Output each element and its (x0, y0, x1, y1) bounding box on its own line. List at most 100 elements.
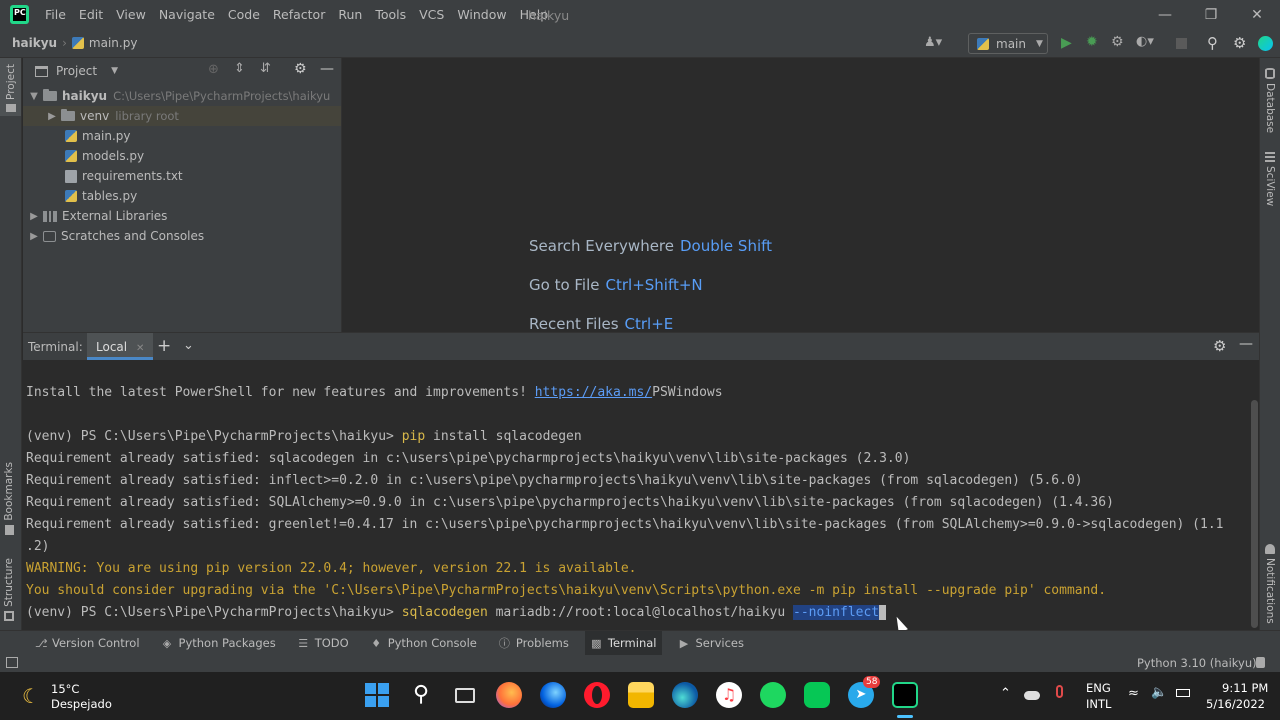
tool-problems[interactable]: ⓘ Problems (499, 636, 569, 650)
collapse-all-icon[interactable]: ⇵ (260, 61, 271, 76)
terminal-settings-gear-icon[interactable]: ⚙ (1213, 337, 1226, 355)
clock-date[interactable]: 5/16/2022 (1206, 697, 1265, 711)
chevron-down-icon[interactable]: ▼ (111, 66, 118, 76)
weather-widget[interactable]: ☾ 15°C Despejado (20, 680, 130, 714)
minimize-button[interactable]: — (1142, 0, 1188, 30)
interpreter-status[interactable]: Python 3.10 (haikyu) (1137, 656, 1257, 670)
edge-icon[interactable] (672, 682, 698, 708)
user-icon[interactable]: ♟▾ (924, 35, 942, 50)
tool-python-console[interactable]: ♦ Python Console (371, 636, 477, 650)
windows-start-icon[interactable] (364, 682, 390, 708)
python-file-icon (65, 150, 77, 162)
terminal-line: Requirement already satisfied: SQLAlchem… (26, 495, 1114, 510)
settings-gear-icon[interactable]: ⚙ (1233, 34, 1246, 52)
menu-vcs[interactable]: VCS (419, 7, 444, 22)
project-stripe-button[interactable]: Project (0, 58, 21, 116)
jetbrains-toolbox-icon[interactable] (1258, 36, 1273, 51)
tool-version-control[interactable]: ⎇ Version Control (35, 636, 140, 650)
editor-empty-area[interactable]: Search Everywhere Double Shift Go to File… (343, 58, 1259, 333)
tree-item-requirements-txt[interactable]: requirements.txt (23, 166, 341, 186)
task-view-icon[interactable] (452, 682, 478, 708)
tree-item-scratches[interactable]: ▶ Scratches and Consoles (23, 226, 341, 246)
search-icon[interactable]: ⚲ (1207, 34, 1218, 52)
profile-icon[interactable]: ⚙ (1111, 34, 1124, 50)
chevron-right-icon[interactable]: ▶ (27, 211, 41, 222)
tree-item-tables-py[interactable]: tables.py (23, 186, 341, 206)
menu-code[interactable]: Code (228, 7, 260, 22)
locate-icon[interactable]: ⊕ (208, 62, 219, 77)
spotify-icon[interactable] (760, 682, 786, 708)
menu-navigate[interactable]: Navigate (159, 7, 215, 22)
notifications-stripe-button[interactable]: Notifications (1264, 544, 1276, 624)
terminal-output[interactable]: Install the latest PowerShell for new fe… (23, 360, 1259, 634)
restore-button[interactable]: ❐ (1188, 0, 1234, 30)
close-button[interactable]: ✕ (1234, 0, 1280, 30)
menu-file[interactable]: File (45, 7, 66, 22)
structure-stripe-button[interactable]: Structure (3, 558, 15, 621)
bookmarks-stripe-button[interactable]: Bookmarks (3, 462, 15, 535)
firefox-icon[interactable] (496, 682, 522, 708)
close-tab-icon[interactable]: ✕ (136, 343, 144, 354)
pycharm-taskbar-icon[interactable] (892, 682, 918, 708)
file-explorer-icon[interactable] (628, 682, 654, 708)
breadcrumb-project[interactable]: haikyu (12, 36, 57, 50)
language-bottom[interactable]: INTL (1086, 697, 1111, 711)
chevron-right-icon[interactable]: ▶ (45, 111, 59, 122)
project-view-selector[interactable]: Project (56, 64, 97, 78)
chevron-down-icon[interactable]: ⌄ (183, 338, 194, 353)
menu-window[interactable]: Window (457, 7, 506, 22)
hide-terminal-icon[interactable]: — (1239, 336, 1253, 352)
prompt: (venv) PS C:\Users\Pipe\PycharmProjects\… (26, 605, 402, 620)
onedrive-icon[interactable] (1024, 691, 1040, 700)
lock-icon[interactable] (1256, 657, 1265, 668)
powershell-link[interactable]: https://aka.ms/ (535, 385, 652, 400)
run-icon[interactable]: ▶ (1061, 35, 1072, 51)
tool-terminal[interactable]: ▩ Terminal (584, 631, 663, 655)
terminal-line: (venv) PS C:\Users\Pipe\PycharmProjects\… (26, 429, 582, 444)
options-gear-icon[interactable]: ⚙ (294, 61, 307, 77)
battery-icon[interactable] (1176, 689, 1190, 697)
firefox-developer-icon[interactable] (540, 682, 566, 708)
search-icon[interactable]: ⚲ (408, 682, 434, 708)
tree-item-main-py[interactable]: main.py (23, 126, 341, 146)
microphone-icon[interactable] (1056, 685, 1063, 698)
language-top[interactable]: ENG (1086, 681, 1111, 695)
tree-item-models-py[interactable]: models.py (23, 146, 341, 166)
coverage-icon[interactable]: ◐▾ (1136, 34, 1154, 49)
toggle-tool-windows-icon[interactable] (6, 657, 18, 668)
terminal-scrollbar[interactable] (1251, 400, 1258, 628)
line-messenger-icon[interactable] (804, 682, 830, 708)
tree-item-external-libraries[interactable]: ▶ External Libraries (23, 206, 341, 226)
menu-edit[interactable]: Edit (79, 7, 103, 22)
database-stripe-button[interactable]: Database (1264, 68, 1276, 133)
chevron-right-icon[interactable]: ▶ (27, 231, 41, 242)
stop-icon[interactable] (1176, 38, 1187, 49)
tab-local[interactable]: Local ✕ (87, 333, 154, 360)
menu-refactor[interactable]: Refactor (273, 7, 325, 22)
command-args: install sqlacodegen (425, 429, 582, 444)
telegram-icon[interactable]: ➤ 58 (848, 676, 881, 708)
new-terminal-tab-icon[interactable]: + (157, 336, 171, 356)
tree-item-haikyu[interactable]: ▼ haikyu C:\Users\Pipe\PycharmProjects\h… (23, 86, 341, 106)
terminal-header: Terminal: Local ✕ + ⌄ ⚙ — (23, 332, 1259, 360)
chevron-down-icon[interactable]: ▼ (27, 91, 41, 102)
wifi-icon[interactable]: ≈ (1128, 686, 1139, 701)
menu-tools[interactable]: Tools (375, 7, 406, 22)
hide-panel-icon[interactable]: — (320, 61, 334, 77)
expand-all-icon[interactable]: ⇕ (234, 61, 245, 76)
tool-services[interactable]: ▶ Services (678, 636, 744, 650)
tool-python-packages[interactable]: ◈ Python Packages (162, 636, 276, 650)
clock-time[interactable]: 9:11 PM (1222, 681, 1268, 695)
tool-todo[interactable]: ☰ TODO (298, 636, 348, 650)
sciview-stripe-button[interactable]: SciView (1264, 152, 1276, 206)
run-config-selector[interactable]: main ▼ (968, 33, 1048, 54)
menu-run[interactable]: Run (338, 7, 362, 22)
menu-view[interactable]: View (116, 7, 146, 22)
itunes-icon[interactable]: ♫ (716, 682, 742, 708)
debug-icon[interactable]: ✹ (1086, 34, 1098, 50)
tray-overflow-icon[interactable]: ⌃ (1000, 686, 1011, 701)
tree-item-venv[interactable]: ▶ venv library root (23, 106, 341, 126)
breadcrumb-file[interactable]: main.py (89, 36, 138, 50)
opera-icon[interactable] (584, 682, 610, 708)
volume-icon[interactable]: 🔈 (1151, 685, 1167, 700)
